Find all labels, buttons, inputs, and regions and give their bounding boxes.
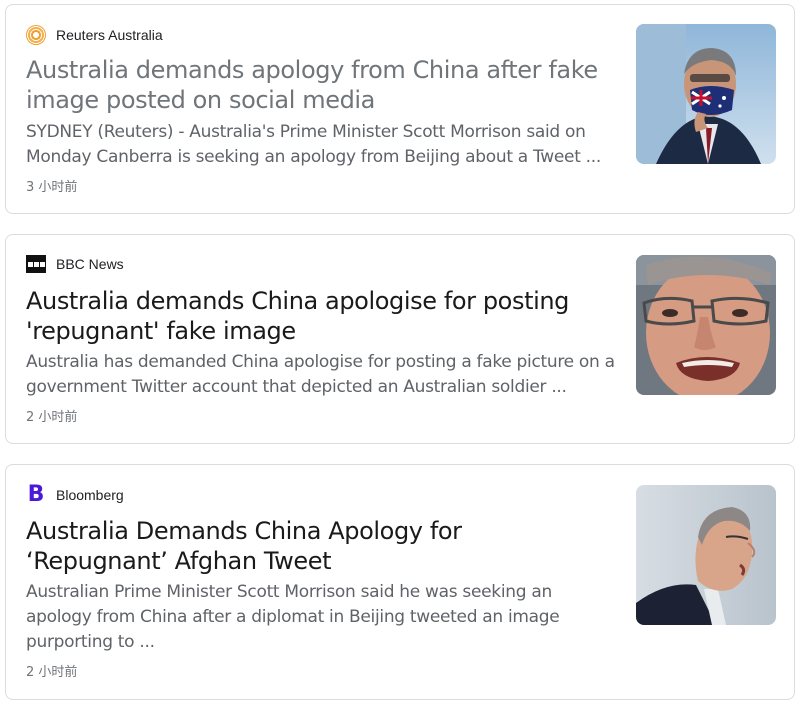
article-thumbnail[interactable] (636, 24, 776, 164)
man-speaking-profile-photo (636, 485, 776, 625)
man-with-flag-mask-photo (636, 24, 776, 164)
news-card[interactable]: B Bloomberg Australia Demands China Apol… (5, 464, 795, 700)
article-title-link[interactable]: Australia Demands China Apology for ‘Rep… (26, 516, 616, 576)
article-time: 3 小时前 (26, 180, 78, 195)
news-source: Reuters Australia (26, 25, 163, 45)
article-thumbnail[interactable] (636, 485, 776, 625)
news-card[interactable]: BBC News Australia demands China apologi… (5, 234, 795, 444)
bloomberg-logo-icon: B (27, 482, 45, 507)
news-card[interactable]: Reuters Australia Australia demands apol… (5, 4, 795, 214)
article-time: 2 小时前 (26, 665, 78, 680)
source-name: BBC News (56, 256, 124, 272)
article-snippet: SYDNEY (Reuters) - Australia's Prime Min… (26, 122, 601, 167)
article-time: 2 小时前 (26, 410, 78, 425)
article-snippet: Australian Prime Minister Scott Morrison… (26, 582, 560, 652)
source-name: Reuters Australia (56, 27, 163, 43)
article-title-link[interactable]: Australia demands apology from China aft… (26, 55, 616, 115)
news-source: B Bloomberg (26, 482, 124, 507)
article-title-link[interactable]: Australia demands China apologise for po… (26, 286, 616, 346)
bbc-logo-icon (26, 255, 46, 273)
reuters-logo-icon (26, 25, 46, 45)
article-snippet: Australia has demanded China apologise f… (26, 352, 615, 397)
article-thumbnail[interactable] (636, 255, 776, 395)
source-name: Bloomberg (56, 487, 124, 503)
man-closeup-glasses-photo (636, 255, 776, 395)
news-source: BBC News (26, 255, 124, 273)
